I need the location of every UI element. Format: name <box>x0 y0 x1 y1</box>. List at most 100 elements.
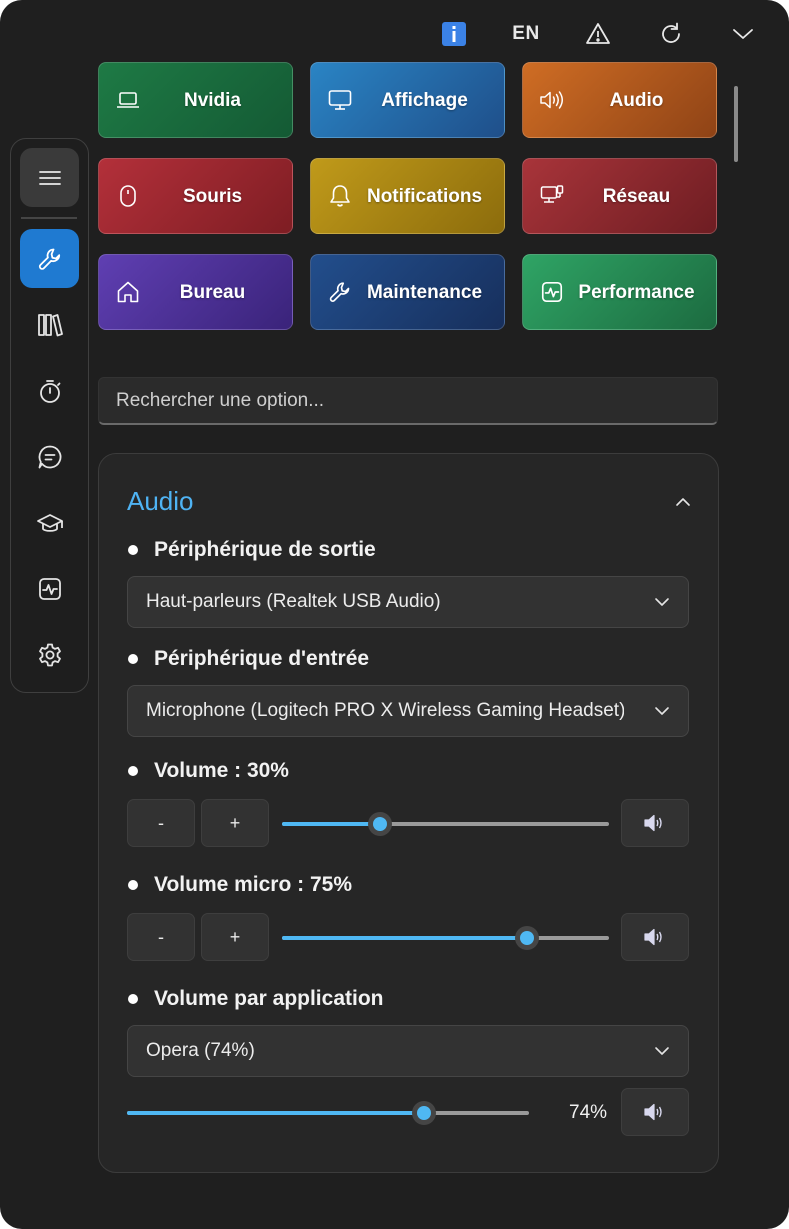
category-label: Réseau <box>602 186 671 207</box>
warning-icon <box>586 23 610 44</box>
input-device-label: Périphérique d'entrée <box>154 647 370 670</box>
info-icon <box>442 22 466 46</box>
app-volume-label: Volume par application <box>154 987 384 1010</box>
bell-icon <box>327 183 353 209</box>
input-device-select[interactable]: Microphone (Logitech PRO X Wireless Gami… <box>127 685 689 737</box>
panel-title: Audio <box>127 486 194 516</box>
input-device-value: Microphone (Logitech PRO X Wireless Gami… <box>146 700 624 721</box>
chevron-down-icon <box>733 29 753 39</box>
graduation-cap-icon <box>36 513 63 532</box>
category-maintenance[interactable]: Maintenance <box>310 254 505 330</box>
sidebar-item-chat[interactable] <box>20 427 79 486</box>
speaker-icon <box>644 1103 662 1121</box>
volume-mute-button[interactable] <box>621 799 689 847</box>
refresh-button[interactable] <box>651 14 691 54</box>
slider-thumb[interactable] <box>368 812 393 836</box>
monitor-icon <box>327 87 353 113</box>
wrench-icon <box>38 248 60 270</box>
speaker-icon <box>644 814 662 832</box>
category-reseau[interactable]: Réseau <box>522 158 717 234</box>
collapse-panel-button[interactable] <box>671 490 695 514</box>
app-select[interactable]: Opera (74%) <box>127 1025 689 1077</box>
speaker-icon <box>539 87 565 113</box>
bullet <box>128 880 138 890</box>
category-souris[interactable]: Souris <box>98 158 293 234</box>
category-label: Audio <box>609 90 664 111</box>
mic-volume-slider[interactable] <box>282 926 609 950</box>
mic-volume-label: Volume micro : 75% <box>154 873 353 896</box>
sidebar-item-tools[interactable] <box>20 229 79 288</box>
slider-thumb[interactable] <box>412 1101 437 1125</box>
slider-fill <box>127 1111 425 1115</box>
stopwatch-icon <box>39 379 60 403</box>
slider-fill <box>282 822 381 826</box>
sidebar-item-menu[interactable] <box>20 148 79 207</box>
mic-volume-increase-button[interactable]: + <box>201 913 269 961</box>
gear-icon <box>38 643 61 666</box>
sidebar <box>10 138 89 693</box>
output-device-option: Périphérique de sortie <box>127 536 376 564</box>
chevron-down-icon <box>655 598 669 606</box>
bullet <box>128 545 138 555</box>
sidebar-item-activity[interactable] <box>20 559 79 618</box>
volume-decrease-button[interactable]: - <box>127 799 195 847</box>
category-label: Maintenance <box>366 282 483 303</box>
volume-option: Volume : 30% <box>127 757 289 785</box>
app-volume-percent: 74% <box>569 1102 608 1123</box>
activity-icon <box>539 279 565 305</box>
volume-increase-button[interactable]: + <box>201 799 269 847</box>
category-label: Affichage <box>381 90 468 111</box>
chat-icon <box>38 445 61 468</box>
category-bureau[interactable]: Bureau <box>98 254 293 330</box>
slider-fill <box>282 936 528 940</box>
category-label: Bureau <box>179 282 246 303</box>
volume-label: Volume : 30% <box>154 759 289 782</box>
wrench-icon <box>327 279 353 305</box>
sidebar-item-timer[interactable] <box>20 361 79 420</box>
category-nvidia[interactable]: Nvidia <box>98 62 293 138</box>
input-device-option: Périphérique d'entrée <box>127 645 369 673</box>
category-notifications[interactable]: Notifications <box>310 158 505 234</box>
app-window: EN Nvidia Affichage Audio Souris Notific… <box>0 0 789 1229</box>
category-affichage[interactable]: Affichage <box>310 62 505 138</box>
category-label: Souris <box>182 186 243 207</box>
app-mute-button[interactable] <box>621 1088 689 1136</box>
activity-icon <box>38 577 61 600</box>
slider-thumb[interactable] <box>515 926 540 950</box>
mic-mute-button[interactable] <box>621 913 689 961</box>
bullet <box>128 994 138 1004</box>
scrollbar-thumb[interactable] <box>734 86 738 162</box>
hamburger-icon <box>38 170 61 185</box>
category-performance[interactable]: Performance <box>522 254 717 330</box>
sidebar-item-library[interactable] <box>20 295 79 354</box>
mouse-icon <box>115 183 141 209</box>
category-label: Nvidia <box>183 90 242 111</box>
refresh-icon <box>662 22 680 43</box>
volume-slider[interactable] <box>282 812 609 836</box>
search-input[interactable] <box>99 378 717 423</box>
sidebar-item-settings[interactable] <box>20 625 79 684</box>
app-volume-slider[interactable] <box>127 1101 529 1125</box>
laptop-icon <box>115 87 141 113</box>
mic-volume-option: Volume micro : 75% <box>127 871 352 899</box>
library-icon <box>37 313 63 336</box>
output-device-select[interactable]: Haut-parleurs (Realtek USB Audio) <box>127 576 689 628</box>
mic-volume-decrease-button[interactable]: - <box>127 913 195 961</box>
app-select-value: Opera (74%) <box>146 1040 255 1061</box>
speaker-icon <box>644 928 662 946</box>
chevron-down-icon <box>655 707 669 715</box>
sidebar-item-learn[interactable] <box>20 493 79 552</box>
chevron-up-icon <box>676 498 690 506</box>
info-button[interactable] <box>434 14 474 54</box>
bullet <box>128 654 138 664</box>
language-button[interactable]: EN <box>506 14 546 54</box>
output-device-label: Périphérique de sortie <box>154 538 376 561</box>
category-label: Performance <box>578 282 695 303</box>
collapse-window-button[interactable] <box>723 14 763 54</box>
category-audio[interactable]: Audio <box>522 62 717 138</box>
category-label: Notifications <box>366 186 483 207</box>
chevron-down-icon <box>655 1047 669 1055</box>
warning-button[interactable] <box>578 14 618 54</box>
bullet <box>128 766 138 776</box>
audio-panel: Audio Périphérique de sortie Haut-parleu… <box>98 453 719 1173</box>
